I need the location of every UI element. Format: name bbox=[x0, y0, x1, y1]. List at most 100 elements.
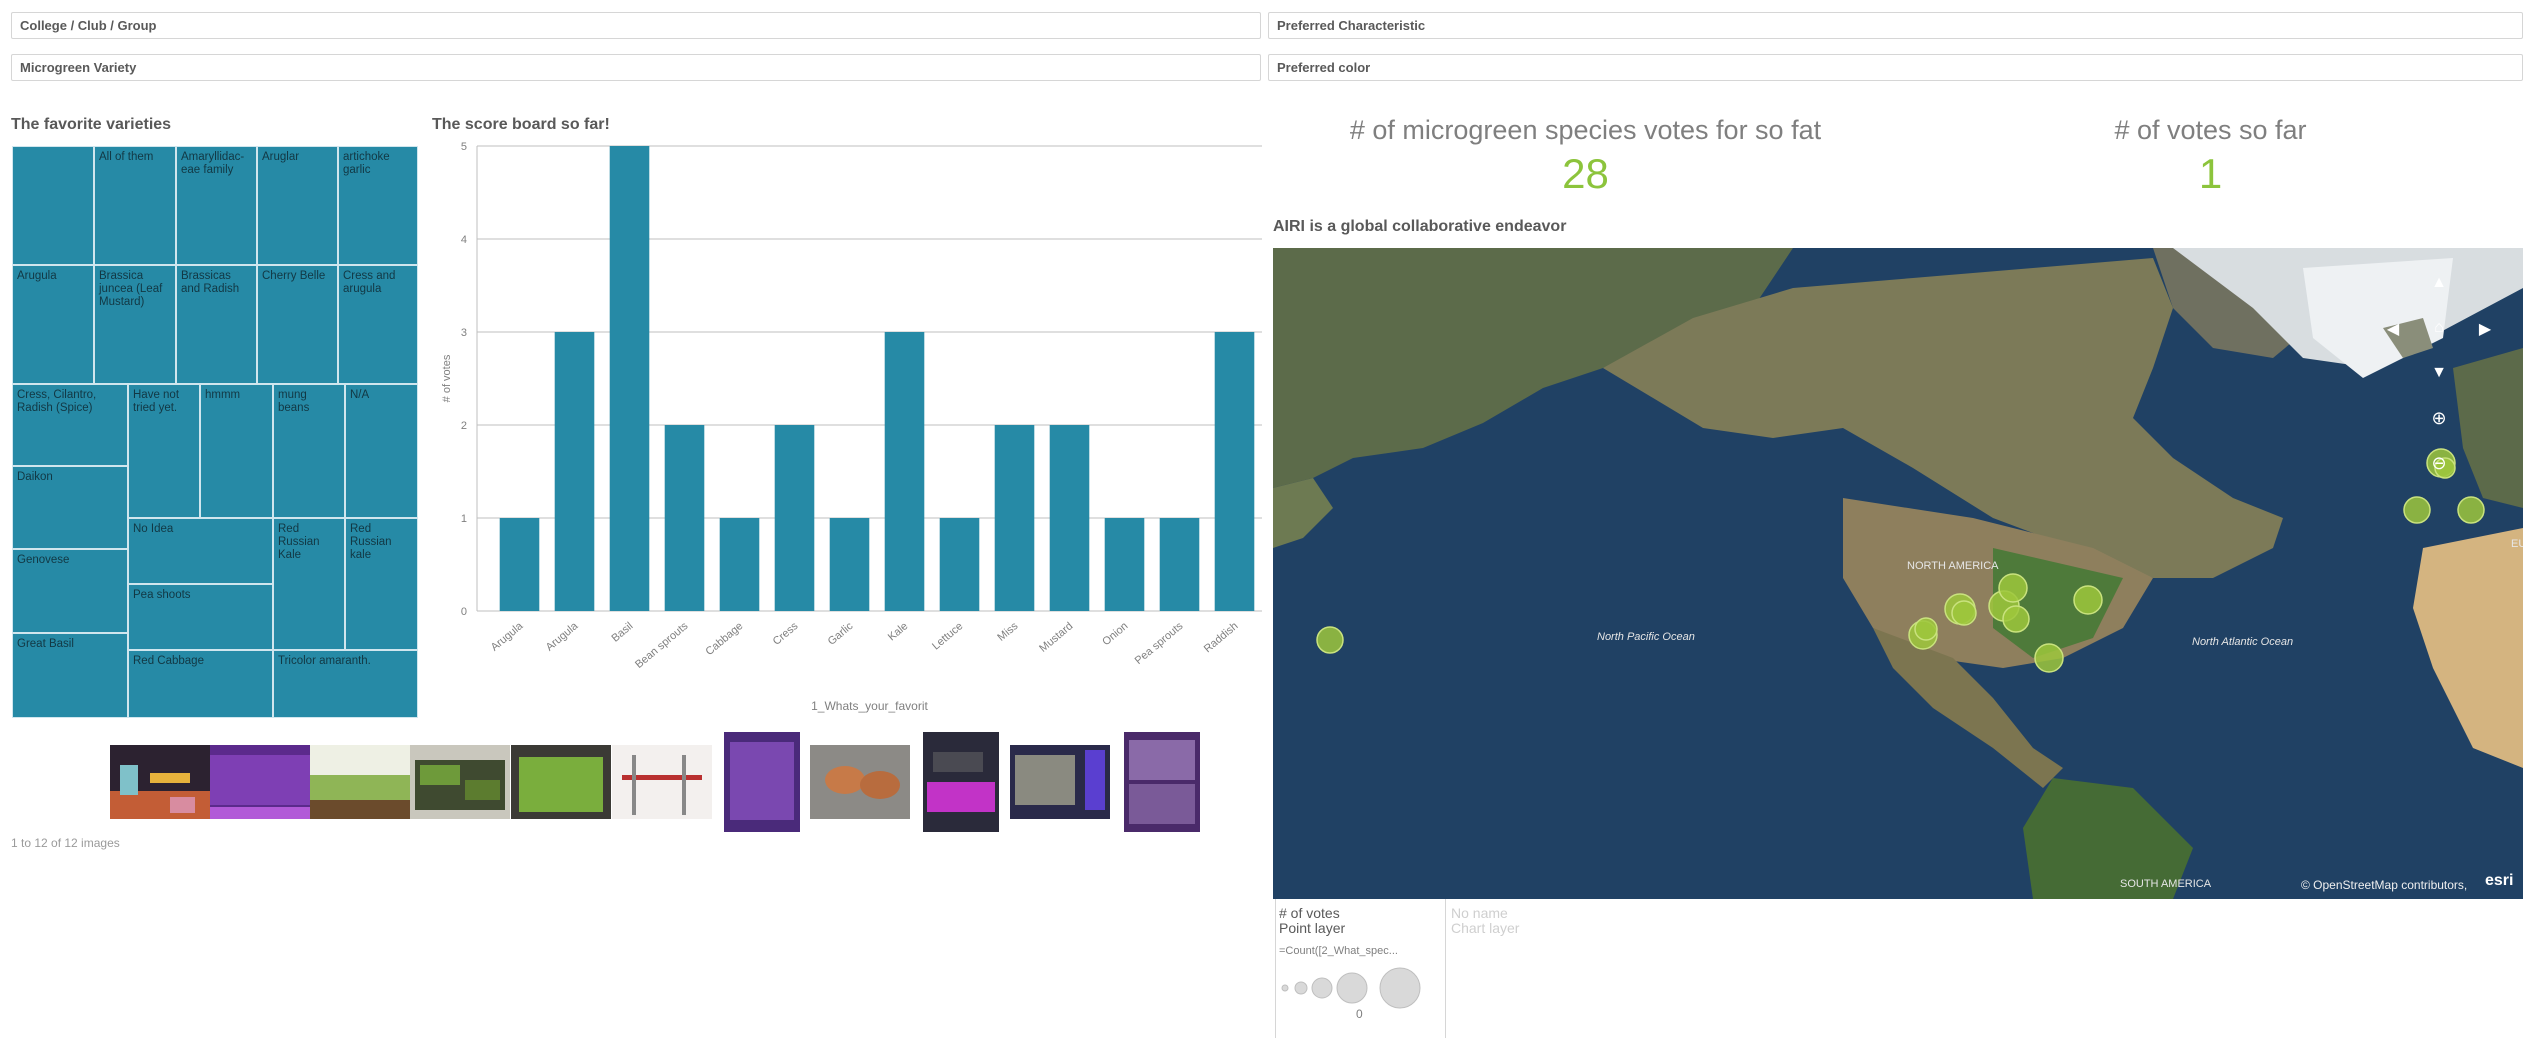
map-legend: # of votes Point layer =Count([2_What_sp… bbox=[1275, 899, 2525, 1038]
legend-size-scale bbox=[1281, 967, 1421, 1009]
map-point bbox=[2002, 605, 2030, 633]
filter-microgreen-variety[interactable]: Microgreen Variety bbox=[11, 54, 1261, 81]
map-point bbox=[1951, 600, 1977, 626]
x-tick-label: Kale bbox=[886, 620, 911, 643]
bar[interactable] bbox=[829, 518, 870, 611]
y-tick-label: 3 bbox=[461, 327, 467, 339]
treemap-title: The favorite varieties bbox=[11, 116, 172, 133]
x-tick-label: Arugula bbox=[489, 620, 526, 654]
treemap-tile[interactable]: Cress and arugula bbox=[338, 265, 418, 384]
y-tick-label: 0 bbox=[461, 606, 467, 618]
gallery-image[interactable] bbox=[810, 745, 910, 819]
bar[interactable] bbox=[939, 518, 980, 611]
treemap-tile[interactable]: Red Cabbage bbox=[128, 650, 273, 718]
gallery-image[interactable] bbox=[310, 745, 410, 819]
x-tick-label: Mustard bbox=[1037, 620, 1075, 655]
treemap-tile[interactable]: Brassica juncea (Leaf Mustard) bbox=[94, 265, 176, 384]
bar[interactable] bbox=[884, 332, 925, 611]
treemap-tile[interactable]: Cress, Cilantro, Radish (Spice) bbox=[12, 384, 128, 466]
gallery-image[interactable] bbox=[724, 732, 800, 832]
y-tick-label: 4 bbox=[461, 234, 467, 246]
esri-logo: esri bbox=[2485, 872, 2514, 889]
treemap-tile[interactable]: Tricolor amaranth. bbox=[273, 650, 418, 718]
bar[interactable] bbox=[554, 332, 595, 611]
legend-layer2-title: No name bbox=[1451, 905, 1508, 921]
x-tick-label: Bean sprouts bbox=[633, 620, 691, 671]
treemap-tile[interactable]: Great Basil bbox=[12, 633, 128, 718]
home-button[interactable]: ⌂ bbox=[2429, 319, 2449, 337]
bar[interactable] bbox=[609, 146, 650, 611]
treemap-tile[interactable]: Red Russian Kale bbox=[273, 518, 345, 650]
x-tick-label: Arugula bbox=[544, 620, 581, 654]
treemap-tile[interactable]: Amaryllidac-eae family bbox=[176, 146, 257, 265]
map[interactable]: NORTH AMERICA North Pacific Ocean North … bbox=[1273, 248, 2523, 899]
bar[interactable] bbox=[1214, 332, 1255, 611]
filter-preferred-color[interactable]: Preferred color bbox=[1268, 54, 2523, 81]
treemap-tile[interactable]: mung beans bbox=[273, 384, 345, 518]
map-point bbox=[2034, 643, 2064, 673]
gallery-image[interactable] bbox=[612, 745, 712, 819]
treemap-tile[interactable]: Brassicas and Radish bbox=[176, 265, 257, 384]
y-tick-label: 1 bbox=[461, 513, 467, 525]
map-point bbox=[2403, 496, 2431, 524]
pan-down-button[interactable]: ▼ bbox=[2429, 364, 2449, 382]
zoom-in-icon[interactable]: ⊕ bbox=[2429, 408, 2449, 429]
treemap-tile[interactable]: Genovese bbox=[12, 549, 128, 633]
bar[interactable] bbox=[1159, 518, 1200, 611]
treemap-tile[interactable]: Have not tried yet. bbox=[128, 384, 200, 518]
treemap-tile[interactable]: All of them bbox=[94, 146, 176, 265]
image-gallery bbox=[0, 728, 1262, 836]
kpi-votes-label: # of votes so far bbox=[2114, 115, 2307, 145]
gallery-image[interactable] bbox=[110, 745, 210, 819]
x-tick-label: Cabbage bbox=[704, 620, 746, 658]
kpi-species-label: # of microgreen species votes for so fat bbox=[1349, 115, 1822, 145]
y-tick-label: 5 bbox=[461, 141, 467, 153]
gallery-image[interactable] bbox=[923, 732, 999, 832]
bar[interactable] bbox=[1104, 518, 1145, 611]
legend-zero: 0 bbox=[1356, 1007, 1363, 1021]
treemap-tile[interactable]: N/A bbox=[345, 384, 418, 518]
gallery-image[interactable] bbox=[1010, 745, 1110, 819]
gallery-image[interactable] bbox=[511, 745, 611, 819]
bar[interactable] bbox=[664, 425, 705, 611]
pan-right-button[interactable]: ▶ bbox=[2475, 319, 2495, 339]
filter-preferred-characteristic[interactable]: Preferred Characteristic bbox=[1268, 12, 2523, 39]
treemap-tile[interactable]: Pea shoots bbox=[128, 584, 273, 650]
bar[interactable] bbox=[994, 425, 1035, 611]
gallery-image[interactable] bbox=[210, 745, 310, 819]
treemap-tile[interactable]: Red Russian kale bbox=[345, 518, 418, 650]
map-point bbox=[1914, 617, 1938, 641]
bar[interactable] bbox=[499, 518, 540, 611]
gallery-image[interactable] bbox=[1124, 732, 1200, 832]
map-point bbox=[1998, 573, 2028, 603]
treemap-tile[interactable]: Arugula bbox=[12, 265, 94, 384]
legend-layer1-title: # of votes bbox=[1279, 905, 1340, 921]
kpi-species-value: 28 bbox=[1562, 150, 1609, 197]
y-axis-label: # of votes bbox=[441, 354, 453, 402]
treemap-tile[interactable]: Cherry Belle bbox=[257, 265, 338, 384]
filter-college-club-group[interactable]: College / Club / Group bbox=[11, 12, 1261, 39]
x-tick-label: Pea sprouts bbox=[1133, 620, 1186, 667]
treemap-tile[interactable]: Aruglar bbox=[257, 146, 338, 265]
map-points[interactable] bbox=[1273, 248, 2523, 899]
zoom-out-icon[interactable]: ⊖ bbox=[2429, 453, 2449, 474]
pan-left-button[interactable]: ◀ bbox=[2383, 319, 2403, 339]
map-attribution: © OpenStreetMap contributors, bbox=[2301, 878, 2468, 892]
gallery-image[interactable] bbox=[410, 745, 510, 819]
treemap-tile[interactable]: Daikon bbox=[12, 466, 128, 549]
treemap-tile[interactable] bbox=[12, 146, 94, 265]
x-tick-label: Cress bbox=[771, 620, 801, 648]
treemap-tile[interactable]: hmmm bbox=[200, 384, 273, 518]
treemap-tile[interactable]: No Idea bbox=[128, 518, 273, 584]
x-tick-label: Basil bbox=[609, 620, 635, 645]
bar[interactable] bbox=[719, 518, 760, 611]
x-tick-label: Miss bbox=[995, 620, 1020, 644]
pan-up-button[interactable]: ▲ bbox=[2429, 274, 2449, 292]
map-title: AIRI is a global collaborative endeavor bbox=[1273, 218, 1567, 235]
bar[interactable] bbox=[774, 425, 815, 611]
bar-chart: 0 1 2 3 4 5 # of votes Arugula Arugula BasilBean … bbox=[441, 141, 1262, 713]
treemap-tile[interactable]: artichoke garlic bbox=[338, 146, 418, 265]
x-tick-label: Onion bbox=[1100, 620, 1130, 648]
x-tick-label: Raddish bbox=[1202, 620, 1241, 655]
bar[interactable] bbox=[1049, 425, 1090, 611]
